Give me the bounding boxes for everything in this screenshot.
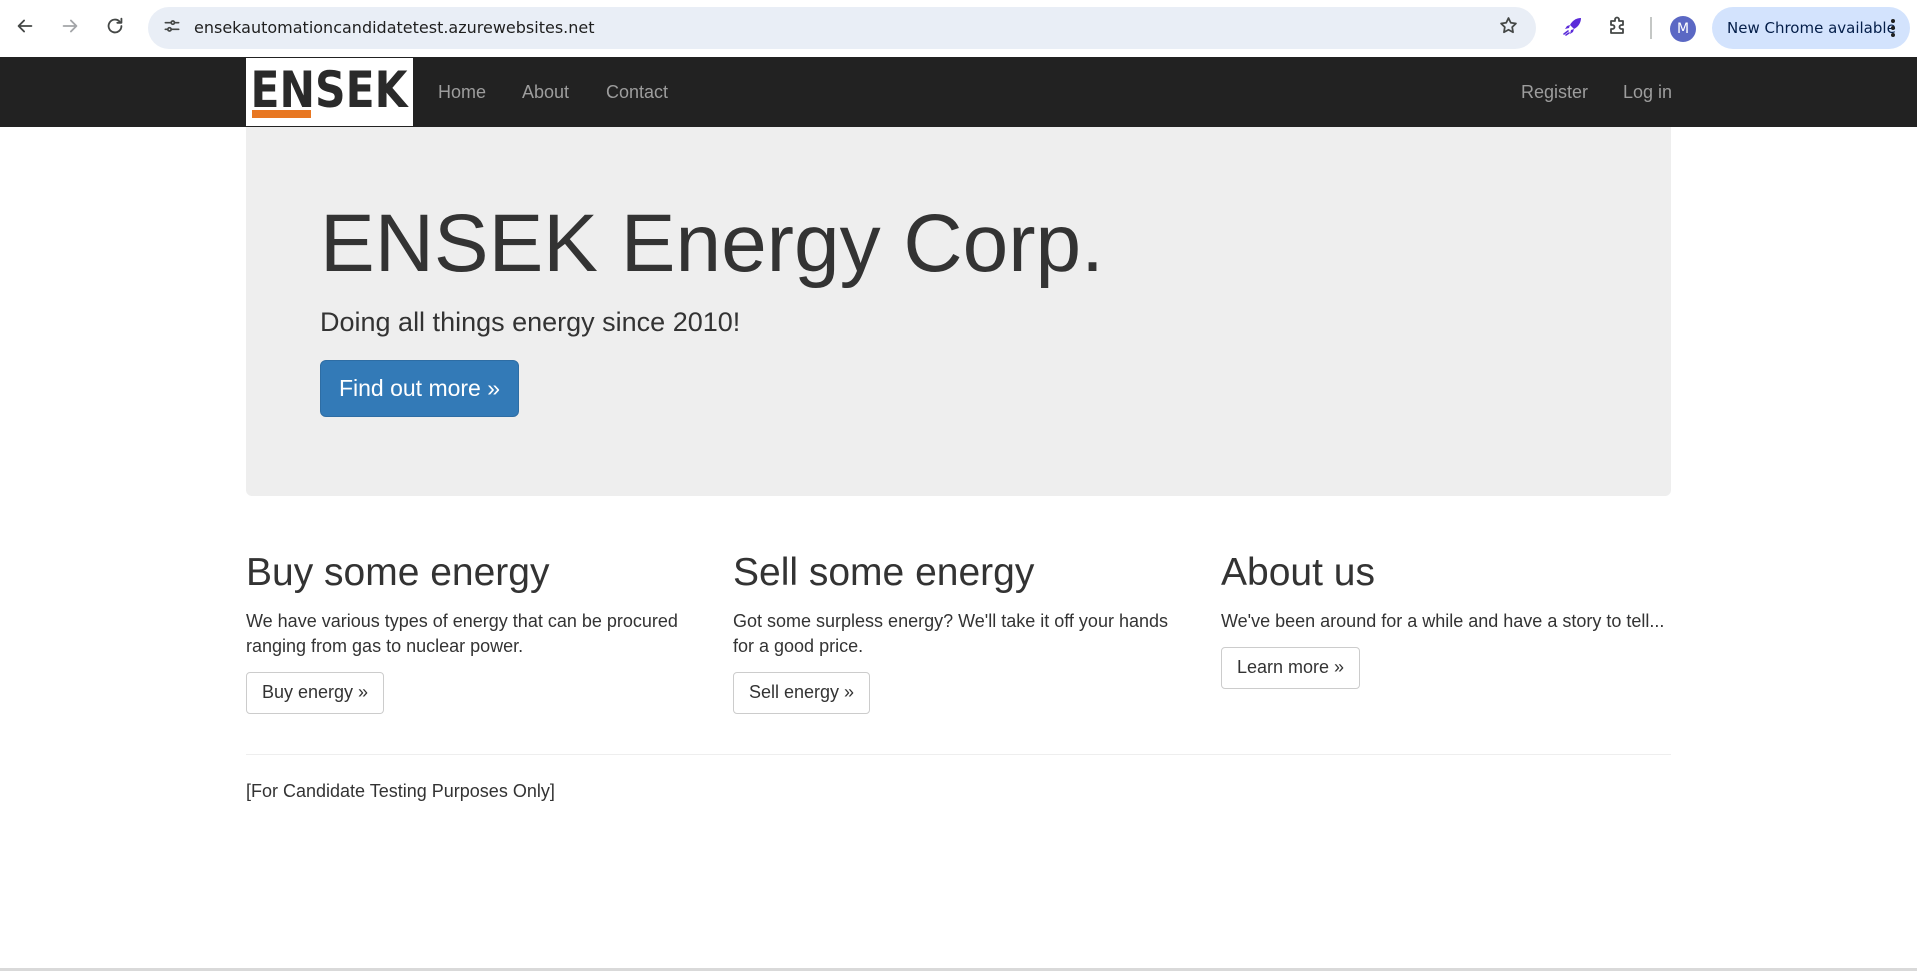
buy-energy-section: Buy some energy We have various types of… bbox=[246, 551, 696, 714]
reload-button[interactable] bbox=[97, 10, 133, 46]
extensions-button[interactable] bbox=[1601, 11, 1635, 45]
kebab-menu-icon[interactable] bbox=[1882, 16, 1904, 40]
url-text[interactable]: ensekautomationcandidatetest.azurewebsit… bbox=[194, 7, 595, 49]
address-bar[interactable]: ensekautomationcandidatetest.azurewebsit… bbox=[148, 7, 1536, 49]
extension-button[interactable] bbox=[1556, 11, 1590, 45]
site-navbar: ENSEK Home About Contact Register Log in bbox=[0, 57, 1917, 127]
puzzle-icon bbox=[1606, 14, 1630, 43]
arrow-left-icon bbox=[14, 15, 36, 42]
hero-title: ENSEK Energy Corp. bbox=[320, 198, 1104, 289]
tune-icon bbox=[162, 16, 182, 41]
rocket-icon bbox=[1561, 14, 1585, 43]
toolbar-divider bbox=[1650, 17, 1652, 39]
sell-energy-button[interactable]: Sell energy » bbox=[733, 671, 871, 714]
find-out-more-button[interactable]: Find out more » bbox=[320, 360, 519, 417]
update-chip-label: New Chrome available bbox=[1727, 19, 1896, 37]
ensek-logo[interactable]: ENSEK bbox=[246, 58, 413, 126]
learn-more-button[interactable]: Learn more » bbox=[1221, 646, 1361, 689]
sell-energy-heading: Sell some energy bbox=[733, 551, 1035, 594]
about-us-heading: About us bbox=[1221, 551, 1375, 594]
nav-link-contact[interactable]: Contact bbox=[606, 57, 668, 127]
bookmark-button[interactable] bbox=[1492, 12, 1524, 44]
hero-lead: Doing all things energy since 2010! bbox=[320, 307, 741, 337]
star-icon bbox=[1498, 15, 1519, 41]
profile-avatar[interactable]: M bbox=[1670, 16, 1696, 42]
forward-button[interactable] bbox=[52, 10, 88, 46]
back-button[interactable] bbox=[7, 10, 43, 46]
about-us-section: About us We've been around for a while a… bbox=[1221, 551, 1671, 689]
arrow-right-icon bbox=[59, 15, 81, 42]
buy-energy-button[interactable]: Buy energy » bbox=[246, 671, 385, 714]
nav-link-register[interactable]: Register bbox=[1521, 57, 1588, 127]
browser-toolbar: ensekautomationcandidatetest.azurewebsit… bbox=[0, 0, 1917, 57]
reload-icon bbox=[104, 15, 126, 42]
nav-link-about[interactable]: About bbox=[522, 57, 569, 127]
buy-energy-heading: Buy some energy bbox=[246, 551, 550, 594]
nav-link-home[interactable]: Home bbox=[438, 57, 486, 127]
footer-divider bbox=[246, 754, 1671, 755]
sell-energy-text: Got some surpless energy? We'll take it … bbox=[733, 610, 1168, 656]
site-info-button[interactable] bbox=[156, 12, 188, 44]
nav-link-login[interactable]: Log in bbox=[1623, 57, 1672, 127]
about-us-text: We've been around for a while and have a… bbox=[1221, 610, 1665, 631]
footer-text: [For Candidate Testing Purposes Only] bbox=[246, 781, 555, 801]
sell-energy-section: Sell some energy Got some surpless energ… bbox=[733, 551, 1183, 714]
update-chrome-button[interactable]: New Chrome available bbox=[1712, 7, 1910, 49]
hero-jumbotron: ENSEK Energy Corp. Doing all things ener… bbox=[246, 127, 1671, 496]
buy-energy-text: We have various types of energy that can… bbox=[246, 610, 678, 656]
